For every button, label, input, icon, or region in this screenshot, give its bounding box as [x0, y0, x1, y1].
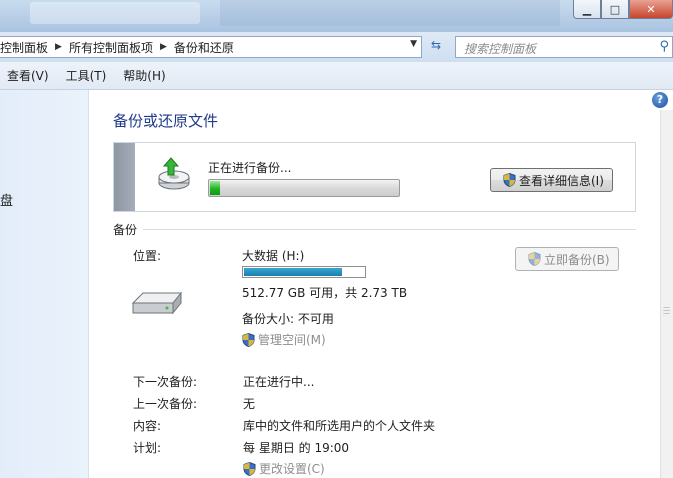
uac-shield-icon	[528, 252, 541, 266]
detail-value: 库中的文件和所选用户的个人文件夹	[243, 419, 436, 433]
detail-label: 内容:	[133, 419, 162, 433]
change-settings-label: 更改设置(C)	[259, 462, 325, 476]
maximize-button[interactable]: □	[601, 0, 629, 19]
breadcrumb-item[interactable]: 备份和还原	[174, 39, 234, 56]
detail-label: 计划:	[133, 441, 162, 455]
refresh-icon: ⇆	[430, 38, 442, 52]
backup-progress-panel: 正在进行备份... 查看详细信息(I)	[113, 142, 636, 212]
drive-name: 大数据 (H:)	[242, 249, 305, 263]
hard-drive-icon	[131, 291, 183, 315]
view-details-button[interactable]: 查看详细信息(I)	[490, 168, 613, 192]
progress-bar-fill	[210, 181, 220, 195]
backup-now-label: 立即备份(B)	[544, 252, 610, 267]
manage-space-link[interactable]: 管理空间(M)	[242, 331, 326, 348]
menu-tools[interactable]: 工具(T)	[66, 67, 107, 84]
menu-help[interactable]: 帮助(H)	[123, 67, 165, 84]
search-input[interactable]: 搜索控制面板 ⚲	[455, 36, 673, 58]
breadcrumb-item[interactable]: 所有控制面板项	[69, 39, 153, 56]
backup-now-button[interactable]: 立即备份(B)	[515, 247, 619, 271]
search-icon[interactable]: ⚲	[659, 39, 669, 54]
chevron-right-icon[interactable]: ▶	[55, 42, 62, 52]
drive-space-text: 512.77 GB 可用，共 2.73 TB	[242, 286, 408, 300]
breadcrumb[interactable]: 控制面板 ▶ 所有控制面板项 ▶ 备份和还原 ▼	[0, 36, 422, 58]
drive-usage-bar	[242, 266, 366, 278]
uac-shield-icon	[243, 461, 256, 476]
backup-section-heading: 备份	[113, 223, 138, 237]
detail-label: 下一次备份:	[133, 375, 198, 389]
page-title: 备份或还原文件	[113, 112, 219, 130]
backup-progress-bar	[208, 179, 400, 197]
panel-stripe	[114, 143, 135, 211]
manage-space-label: 管理空间(M)	[258, 333, 326, 347]
detail-value: 无	[243, 397, 256, 411]
uac-shield-icon	[503, 173, 516, 187]
change-settings-link[interactable]: 更改设置(C)	[243, 460, 325, 477]
view-details-label: 查看详细信息(I)	[519, 173, 604, 188]
titlebar-blur	[220, 0, 560, 26]
menu-bar: 查看(V) 工具(T) 帮助(H)	[0, 62, 673, 90]
scrollbar-grip-icon[interactable]: — — —	[663, 304, 671, 317]
breadcrumb-item[interactable]: 控制面板	[0, 39, 48, 56]
chevron-down-icon[interactable]: ▼	[410, 39, 417, 49]
section-divider	[143, 229, 636, 230]
uac-shield-icon	[242, 332, 255, 347]
backup-status-text: 正在进行备份...	[208, 161, 292, 175]
detail-value: 每 星期日 的 19:00	[243, 441, 350, 455]
help-icon[interactable]: ?	[652, 92, 668, 108]
menu-view[interactable]: 查看(V)	[7, 67, 49, 84]
window-titlebar: ▁ □ ✕	[0, 0, 673, 32]
window-controls: ▁ □ ✕	[573, 0, 673, 19]
titlebar-blur	[30, 2, 200, 24]
close-button[interactable]: ✕	[629, 0, 673, 19]
vertical-scrollbar[interactable]: — — —	[660, 110, 673, 478]
search-placeholder: 搜索控制面板	[464, 42, 537, 56]
backup-drive-arrow-icon	[158, 157, 190, 190]
drive-usage-fill	[244, 268, 343, 276]
left-pane-item[interactable]: 盘	[0, 190, 13, 209]
chevron-right-icon[interactable]: ▶	[160, 42, 167, 52]
refresh-button[interactable]: ⇆	[426, 38, 446, 56]
backup-size-text: 备份大小: 不可用	[242, 312, 334, 326]
minimize-button[interactable]: ▁	[573, 0, 601, 19]
left-pane: 盘	[0, 90, 89, 478]
location-label: 位置:	[133, 249, 162, 263]
detail-label: 上一次备份:	[133, 397, 198, 411]
address-bar: 控制面板 ▶ 所有控制面板项 ▶ 备份和还原 ▼ ⇆ 搜索控制面板 ⚲	[0, 32, 673, 62]
detail-value: 正在进行中...	[243, 375, 315, 389]
